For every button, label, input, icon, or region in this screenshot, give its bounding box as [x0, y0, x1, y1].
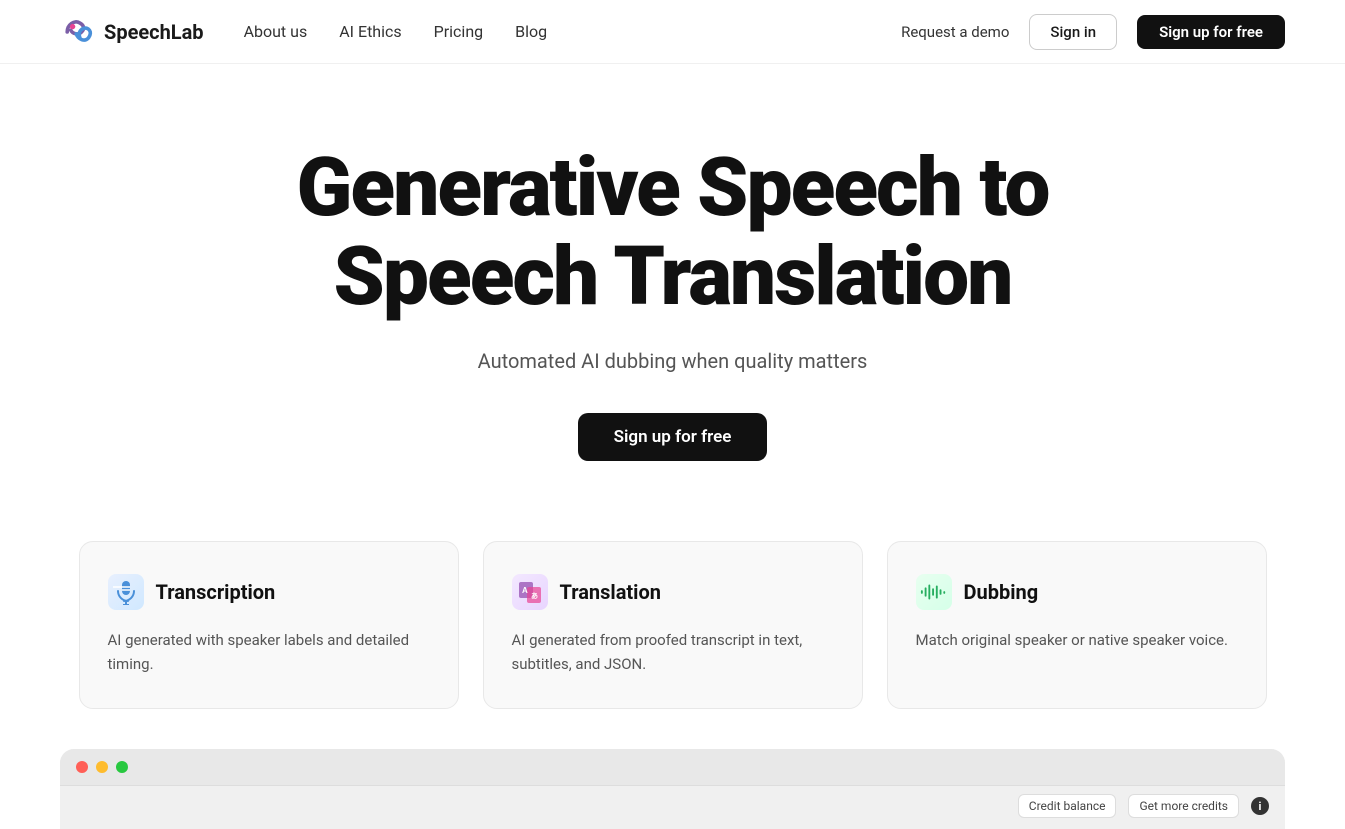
info-icon[interactable]: i	[1251, 797, 1269, 815]
translation-card: A あ Translation AI generated from proofe…	[483, 541, 863, 709]
request-demo-button[interactable]: Request a demo	[901, 23, 1009, 41]
hero-subtitle: Automated AI dubbing when quality matter…	[478, 349, 868, 373]
dubbing-card-header: Dubbing	[916, 574, 1238, 610]
nav-link-about[interactable]: About us	[244, 22, 308, 41]
credit-balance-badge: Credit balance	[1018, 794, 1117, 818]
get-more-credits-badge[interactable]: Get more credits	[1128, 794, 1239, 818]
get-more-credits-label: Get more credits	[1139, 799, 1228, 813]
nav-item-about[interactable]: About us	[244, 22, 308, 41]
nav-item-ai-ethics[interactable]: AI Ethics	[339, 22, 401, 41]
transcription-icon	[108, 574, 144, 610]
nav-item-blog[interactable]: Blog	[515, 22, 547, 41]
dubbing-card-desc: Match original speaker or native speaker…	[916, 628, 1238, 652]
svg-text:A: A	[522, 586, 528, 595]
translation-card-title: Translation	[560, 580, 661, 604]
cards-section: Transcription AI generated with speaker …	[0, 521, 1345, 749]
nav-links: About us AI Ethics Pricing Blog	[244, 22, 548, 41]
preview-section: Credit balance Get more credits i	[0, 749, 1345, 829]
transcription-card: Transcription AI generated with speaker …	[79, 541, 459, 709]
nav-link-ai-ethics[interactable]: AI Ethics	[339, 22, 401, 41]
transcription-card-desc: AI generated with speaker labels and det…	[108, 628, 430, 676]
translation-card-desc: AI generated from proofed transcript in …	[512, 628, 834, 676]
dubbing-card: Dubbing Match original speaker or native…	[887, 541, 1267, 709]
logo-link[interactable]: SpeechLab	[60, 14, 204, 50]
nav-link-blog[interactable]: Blog	[515, 22, 547, 41]
navbar: SpeechLab About us AI Ethics Pricing Blo…	[0, 0, 1345, 64]
credit-balance-label: Credit balance	[1029, 799, 1106, 813]
hero-title: Generative Speech to Speech Translation	[263, 144, 1083, 321]
signup-button[interactable]: Sign up for free	[1137, 15, 1285, 49]
preview-window: Credit balance Get more credits i	[60, 749, 1285, 829]
transcription-card-title: Transcription	[156, 580, 276, 604]
navbar-left: SpeechLab About us AI Ethics Pricing Blo…	[60, 14, 547, 50]
dubbing-card-title: Dubbing	[964, 580, 1039, 604]
dubbing-icon	[916, 574, 952, 610]
preview-content: Credit balance Get more credits i	[60, 786, 1285, 826]
nav-link-pricing[interactable]: Pricing	[434, 22, 484, 41]
window-dot-red	[76, 761, 88, 773]
hero-cta-button[interactable]: Sign up for free	[578, 413, 768, 461]
translation-icon: A あ	[512, 574, 548, 610]
window-dot-green	[116, 761, 128, 773]
nav-item-pricing[interactable]: Pricing	[434, 22, 484, 41]
hero-section: Generative Speech to Speech Translation …	[0, 64, 1345, 521]
signin-button[interactable]: Sign in	[1029, 14, 1117, 50]
window-dot-yellow	[96, 761, 108, 773]
logo-text: SpeechLab	[104, 20, 204, 44]
navbar-right: Request a demo Sign in Sign up for free	[901, 14, 1285, 50]
translation-card-header: A あ Translation	[512, 574, 834, 610]
svg-text:あ: あ	[531, 591, 538, 600]
transcription-card-header: Transcription	[108, 574, 430, 610]
logo-icon	[60, 14, 96, 50]
